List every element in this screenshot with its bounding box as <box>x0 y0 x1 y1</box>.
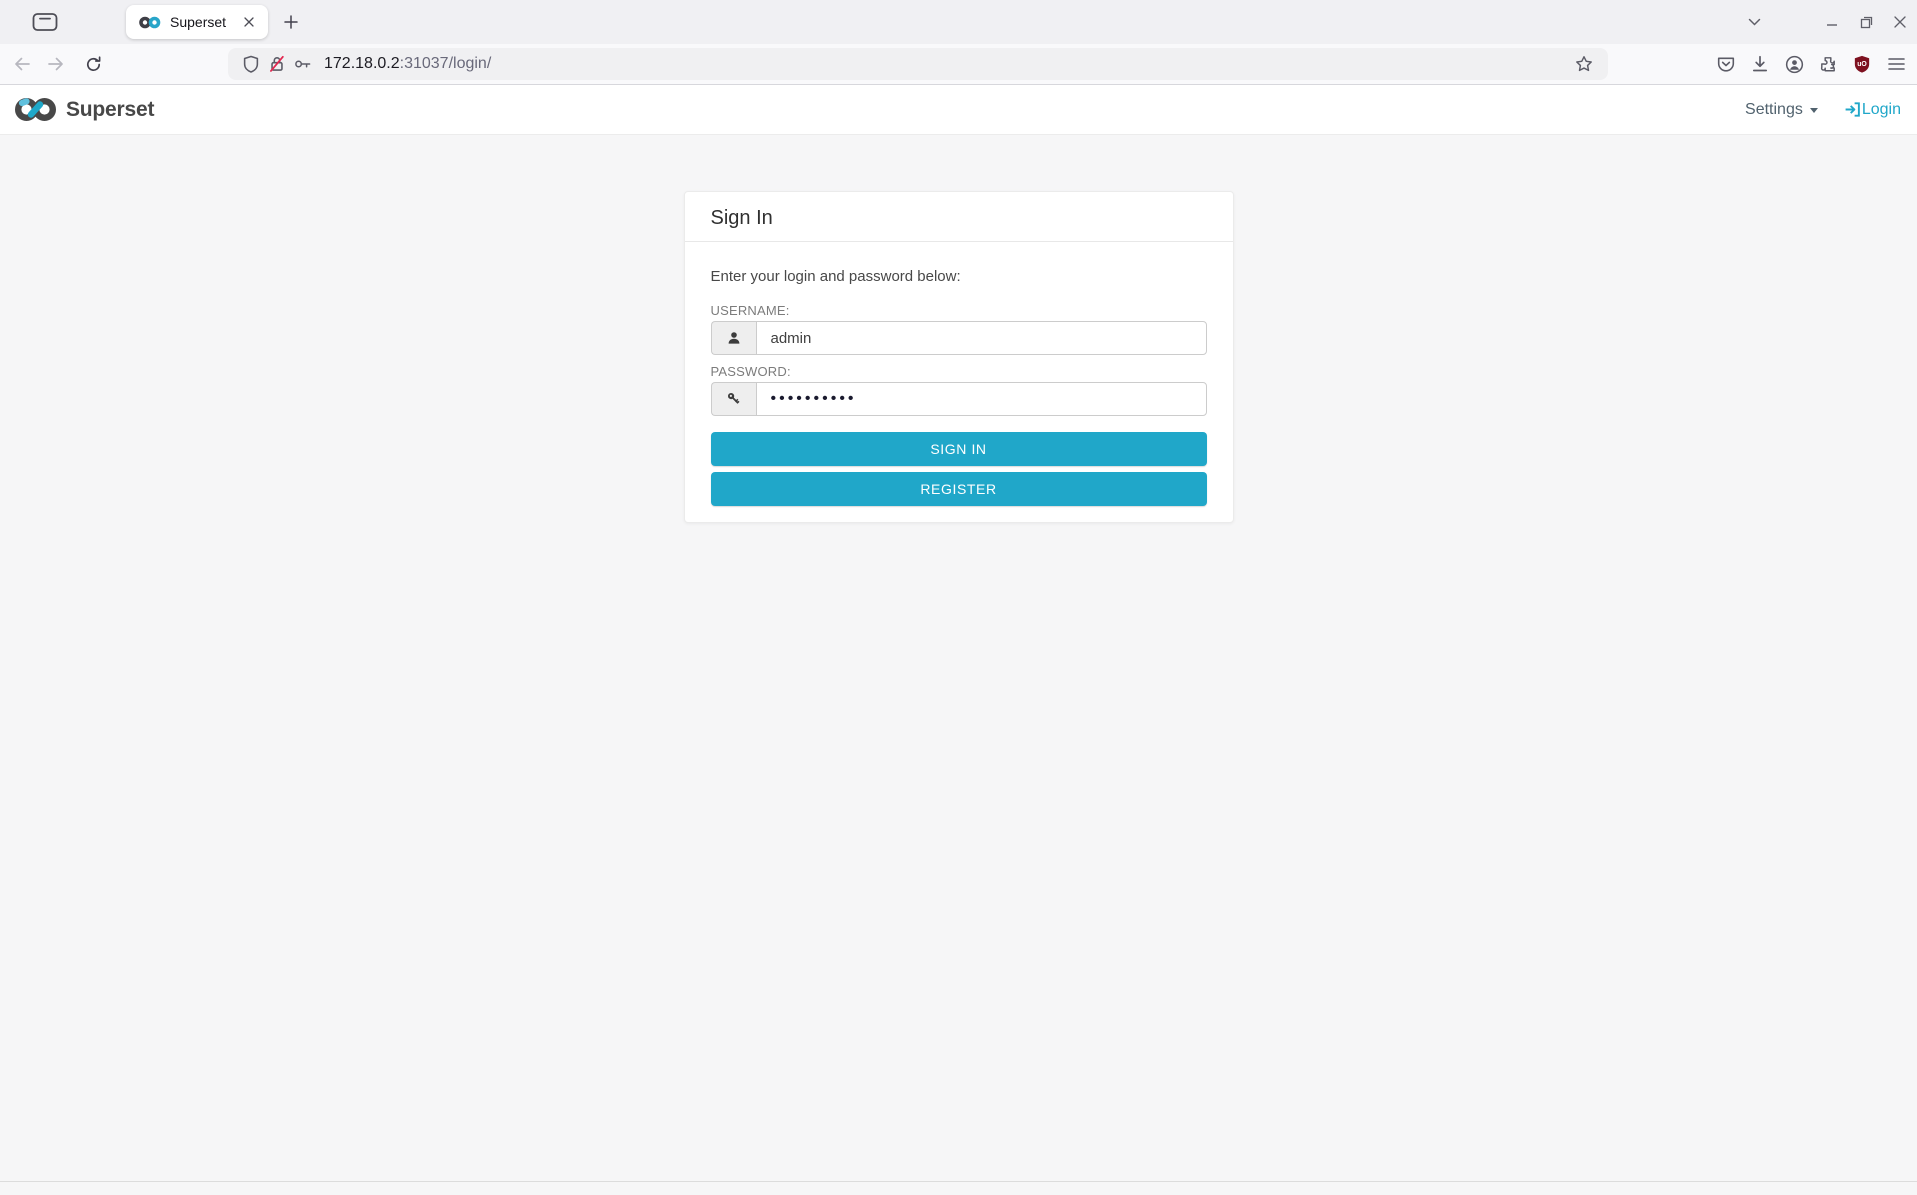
plus-icon <box>284 15 298 29</box>
chevron-down-icon <box>1748 18 1761 27</box>
pocket-icon <box>1717 56 1735 73</box>
key-icon <box>294 56 312 72</box>
settings-menu[interactable]: Settings <box>1745 101 1818 119</box>
new-tab-button[interactable] <box>276 8 306 36</box>
saved-login-button[interactable] <box>290 51 316 77</box>
downloads-button[interactable] <box>1743 48 1777 80</box>
sign-in-button[interactable]: SIGN IN <box>711 432 1207 466</box>
close-tab-button[interactable] <box>238 11 260 33</box>
toolbar-actions: uO <box>1709 48 1913 80</box>
extensions-button[interactable] <box>1811 48 1845 80</box>
back-icon <box>13 56 31 72</box>
sign-in-card: Sign In Enter your login and password be… <box>684 191 1234 523</box>
tab-title: Superset <box>170 14 238 30</box>
superset-logo[interactable]: Superset <box>13 95 154 124</box>
infinity-logo <box>13 95 58 124</box>
url-domain: 172.18.0.2 <box>324 55 400 72</box>
forward-icon <box>47 56 65 72</box>
signin-arrow-icon <box>1844 101 1861 118</box>
extensions-icon <box>1819 55 1837 73</box>
register-button[interactable]: REGISTER <box>711 472 1207 506</box>
caret-down-icon <box>1810 108 1818 113</box>
window-controls <box>1737 0 1917 44</box>
restore-icon <box>1860 16 1873 29</box>
password-key-icon <box>726 391 742 407</box>
tracking-shield-button[interactable] <box>238 51 264 77</box>
superset-navbar: Superset Settings Login <box>0 85 1917 135</box>
ublock-button[interactable]: uO <box>1845 48 1879 80</box>
menu-button[interactable] <box>1879 48 1913 80</box>
firefox-view-icon <box>32 12 58 32</box>
tab-list-button[interactable] <box>1737 7 1771 37</box>
bookmark-button[interactable] <box>1570 50 1598 78</box>
navbar-right: Settings Login <box>1745 101 1901 119</box>
bookmark-star-icon <box>1575 55 1593 73</box>
window-close-icon <box>1894 16 1906 28</box>
download-icon <box>1751 55 1769 73</box>
page-background: Sign In Enter your login and password be… <box>0 135 1917 1181</box>
card-body: Enter your login and password below: USE… <box>685 242 1233 522</box>
password-input[interactable] <box>756 382 1207 416</box>
page-footer <box>0 1181 1917 1195</box>
minimize-icon <box>1826 16 1838 28</box>
account-icon <box>1785 55 1804 74</box>
menu-icon <box>1888 57 1905 71</box>
window-close-button[interactable] <box>1883 7 1917 37</box>
password-addon <box>711 382 756 416</box>
login-label: Login <box>1862 101 1901 119</box>
shield-icon <box>242 55 260 74</box>
password-label: PASSWORD: <box>711 364 1207 379</box>
restore-button[interactable] <box>1849 7 1883 37</box>
username-label: USERNAME: <box>711 303 1207 318</box>
account-button[interactable] <box>1777 48 1811 80</box>
url-text: 172.18.0.2:31037/login/ <box>324 55 1570 73</box>
browser-tab[interactable]: Superset <box>126 5 268 39</box>
reload-button[interactable] <box>77 48 109 80</box>
insecure-lock-icon <box>268 55 286 73</box>
reload-icon <box>85 56 102 73</box>
url-path: :31037/login/ <box>400 55 492 72</box>
instruction-text: Enter your login and password below: <box>711 268 1207 285</box>
minimize-button[interactable] <box>1815 7 1849 37</box>
browser-toolbar: 172.18.0.2:31037/login/ <box>0 44 1917 85</box>
insecure-connection-button[interactable] <box>264 51 290 77</box>
username-addon <box>711 321 756 355</box>
ublock-letters: uO <box>1857 60 1867 67</box>
superset-favicon <box>138 16 162 29</box>
settings-label: Settings <box>1745 101 1803 119</box>
password-group <box>711 382 1207 416</box>
close-icon <box>244 17 254 27</box>
username-input[interactable] <box>756 321 1207 355</box>
forward-button[interactable] <box>40 48 72 80</box>
back-button[interactable] <box>6 48 38 80</box>
username-group <box>711 321 1207 355</box>
ublock-icon: uO <box>1853 55 1871 74</box>
user-icon <box>726 330 742 346</box>
url-bar[interactable]: 172.18.0.2:31037/login/ <box>228 48 1608 80</box>
card-title: Sign In <box>685 192 1233 242</box>
login-link[interactable]: Login <box>1844 101 1901 119</box>
firefox-view-button[interactable] <box>26 8 64 36</box>
browser-tab-strip: Superset <box>0 0 1917 44</box>
pocket-button[interactable] <box>1709 48 1743 80</box>
brand-name: Superset <box>66 98 154 122</box>
